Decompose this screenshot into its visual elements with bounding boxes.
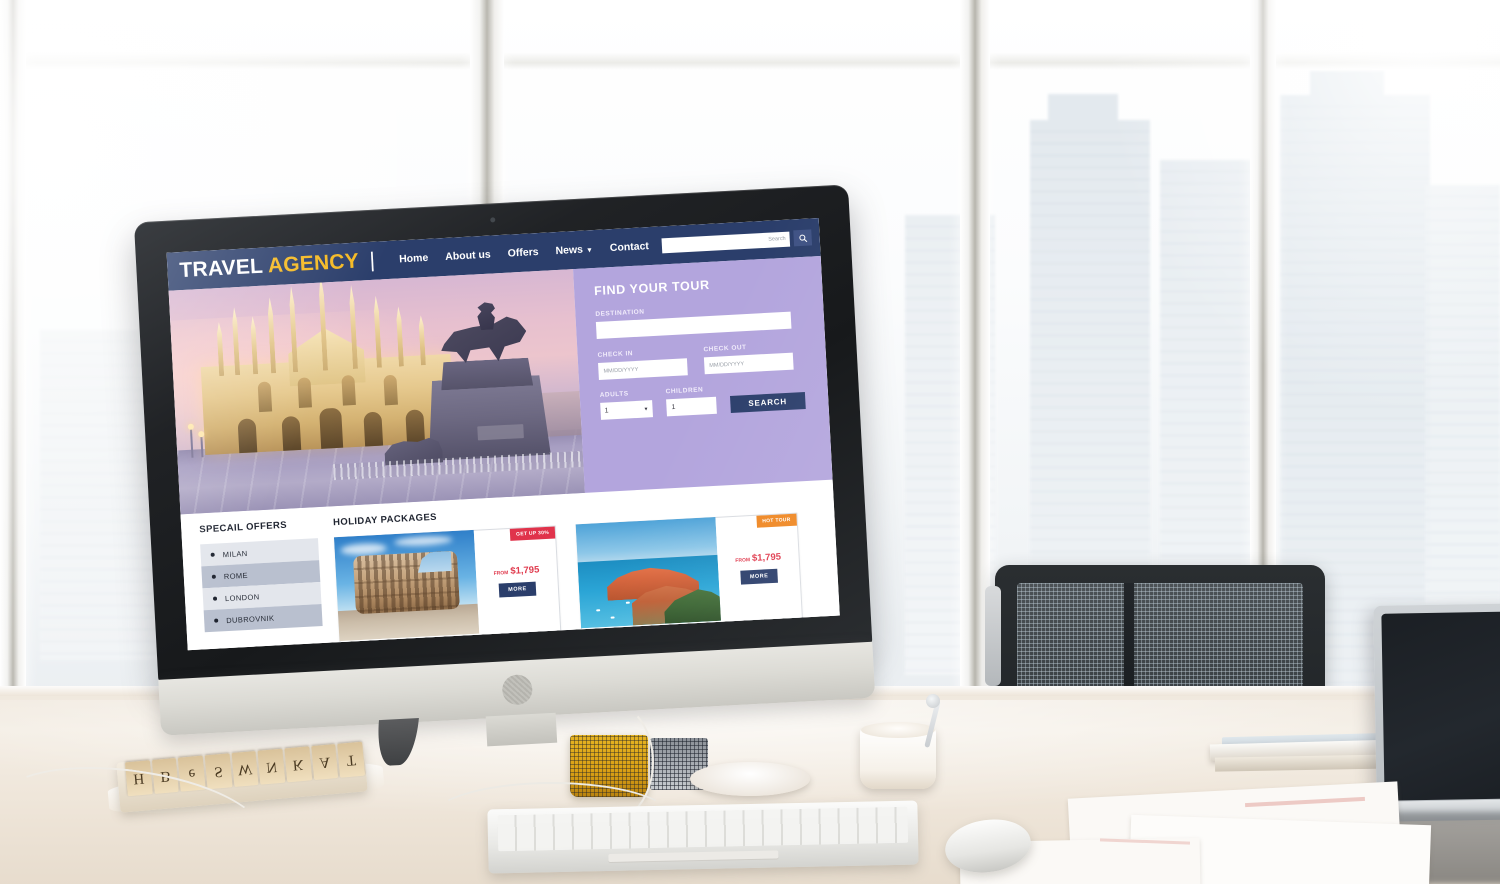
coffee-cup-rim: [861, 722, 935, 738]
package-image-dubrovnik: [575, 516, 721, 629]
offer-label: LONDON: [224, 591, 260, 603]
tour-search-button[interactable]: SEARCH: [729, 392, 806, 413]
laptop: [1373, 602, 1500, 811]
keyboard-keys: [497, 806, 909, 852]
package-card-rome[interactable]: GET UP 30% FROM$1,795 MORE: [333, 525, 562, 644]
monitor-stand-neck: [485, 712, 558, 747]
bullet-icon: [212, 596, 218, 601]
nav-item-offers[interactable]: Offers: [507, 246, 539, 260]
adults-select[interactable]: 1 ▼: [600, 400, 653, 420]
chevron-down-icon: ▼: [585, 247, 594, 255]
price-from-label: FROM: [735, 556, 751, 564]
special-offers-title: SPECAIL OFFERS: [199, 519, 288, 536]
letter-tile: N: [257, 748, 286, 785]
keyboard-spacebar: [608, 850, 779, 862]
monument-plaque: [477, 424, 524, 441]
checkout-placeholder: MM/DD/YYYY: [709, 360, 745, 369]
adults-label: ADULTS: [599, 390, 629, 399]
special-offers-column: SPECAIL OFFERS MILAN ROME LONDON DUBROVN…: [199, 518, 325, 650]
travel-agency-website: TRAVEL AGENCY | Home About us Offers New…: [166, 218, 840, 651]
date-row: CHECK IN MM/DD/YYYY CHECK OUT MM/DD/YYYY: [597, 341, 808, 380]
hero-section: FIND YOUR TOUR DESTINATION CHECK IN MM/D…: [168, 255, 833, 515]
nav-item-contact[interactable]: Contact: [610, 240, 650, 254]
hero-image-milan-duomo: [168, 269, 585, 515]
monument-plinth: [440, 357, 533, 390]
logo-bar: |: [368, 248, 376, 272]
offer-label: MILAN: [222, 548, 248, 559]
package-info: FROM$1,795 MORE: [474, 527, 560, 635]
children-input[interactable]: 1: [666, 396, 717, 417]
nav-item-about-us[interactable]: About us: [445, 249, 491, 263]
checkin-label: CHECK IN: [597, 350, 634, 359]
children-label: CHILDREN: [665, 386, 704, 396]
saucer: [690, 762, 810, 796]
adults-value: 1: [604, 407, 609, 415]
children-value: 1: [671, 403, 676, 412]
search-icon: [798, 234, 807, 242]
bullet-icon: [214, 618, 219, 623]
keyboard[interactable]: [487, 800, 919, 874]
checkin-placeholder: MM/DD/YYYY: [603, 366, 639, 375]
nav-label: About us: [444, 248, 492, 263]
laptop-screen: [1381, 610, 1500, 801]
site-logo[interactable]: TRAVEL AGENCY |: [179, 249, 376, 283]
nav-label: Offers: [507, 245, 539, 260]
price-value: $1,795: [751, 551, 782, 564]
nav-label: Contact: [609, 240, 650, 255]
office-chair-arm: [985, 586, 1001, 686]
find-your-tour-panel: FIND YOUR TOUR DESTINATION CHECK IN MM/D…: [573, 255, 833, 493]
chevron-down-icon: ▼: [643, 405, 649, 413]
package-image-colosseum: [333, 529, 480, 642]
nav-label: News: [555, 243, 584, 258]
bullet-icon: [211, 574, 216, 579]
logo-word-travel: TRAVEL: [178, 254, 264, 283]
spoon-head: [926, 694, 940, 708]
site-nav-links: Home About us Offers News ▼ Contact: [399, 240, 649, 265]
price-from-label: FROM: [493, 569, 509, 577]
package-badge-discount: GET UP 30%: [509, 526, 556, 541]
webcam-icon: [489, 217, 495, 223]
checkin-input[interactable]: MM/DD/YYYY: [598, 358, 688, 380]
find-tour-title: FIND YOUR TOUR: [593, 277, 711, 299]
milan-cathedral: [198, 312, 456, 455]
letter-tile: A: [310, 744, 339, 781]
site-search: Search: [661, 229, 813, 253]
offer-label: ROME: [223, 570, 249, 581]
monitor-logo-icon: [501, 673, 533, 706]
search-input[interactable]: Search: [661, 231, 791, 253]
package-more-button[interactable]: MORE: [498, 581, 537, 598]
monitor-bezel: TRAVEL AGENCY | Home About us Offers New…: [133, 184, 873, 682]
logo-word-agency: AGENCY: [267, 249, 360, 278]
package-cards: GET UP 30% FROM$1,795 MORE HOT TOUR FROM…: [333, 511, 824, 644]
package-more-button[interactable]: MORE: [740, 568, 778, 585]
checkout-input[interactable]: MM/DD/YYYY: [703, 352, 794, 375]
nav-label: Home: [398, 251, 429, 266]
letter-tile: T: [337, 741, 366, 778]
package-info: FROM$1,795 MORE: [715, 514, 801, 622]
letter-tile: W: [231, 750, 259, 788]
package-badge-hot-tour: HOT TOUR: [755, 513, 797, 528]
letter-tile: S: [204, 753, 233, 790]
window-glare: [1100, 0, 1500, 420]
checkout-label: CHECK OUT: [703, 344, 747, 354]
monitor-screen: TRAVEL AGENCY | Home About us Offers New…: [166, 218, 840, 651]
package-card-dubrovnik[interactable]: HOT TOUR FROM$1,795 MORE: [575, 512, 803, 631]
imac-computer: TRAVEL AGENCY | Home About us Offers New…: [133, 184, 876, 767]
search-button[interactable]: [793, 229, 813, 247]
guests-row: ADULTS 1 ▼ CHILDREN 1 SEARCH: [600, 381, 811, 420]
search-placeholder: Search: [768, 235, 786, 243]
office-chair: [995, 565, 1325, 700]
nav-item-home[interactable]: Home: [399, 252, 429, 266]
offer-label: DUBROVNIK: [225, 613, 275, 625]
bullet-icon: [210, 552, 215, 557]
office-desk-scene: TRAVEL AGENCY | Home About us Offers New…: [0, 0, 1500, 884]
price-value: $1,795: [510, 563, 540, 577]
nav-item-news[interactable]: News ▼: [555, 243, 593, 257]
holiday-packages-column: HOLIDAY PACKAGES GET UP 30% FROM$1,795 M…: [333, 491, 825, 650]
package-price: FROM$1,795: [493, 563, 540, 577]
package-price: FROM$1,795: [735, 551, 781, 564]
letter-tile: K: [284, 746, 312, 783]
